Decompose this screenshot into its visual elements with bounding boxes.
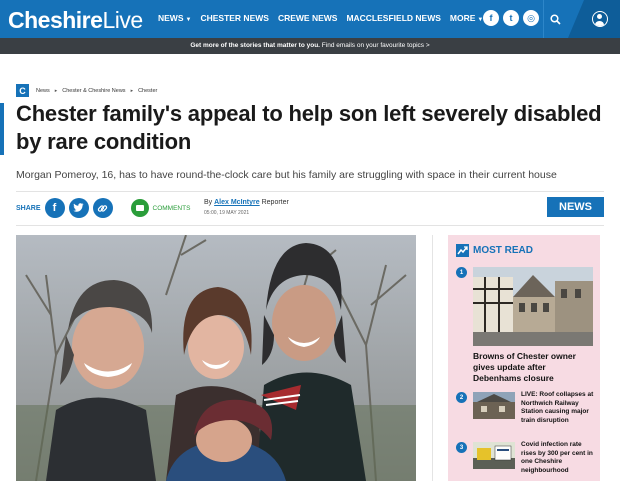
- most-read-panel: MOST READ 1 Browns of Chester owner give…: [448, 235, 600, 481]
- cheshirelive-badge-icon: C: [16, 84, 29, 97]
- search-icon: [550, 13, 561, 25]
- most-read-title: MOST READ: [473, 245, 533, 256]
- nav-item-crewe-news[interactable]: CREWE NEWS: [278, 13, 338, 23]
- facebook-icon[interactable]: f: [483, 10, 499, 26]
- chevron-right-icon: ▸: [130, 87, 134, 94]
- account-icon: [592, 11, 608, 27]
- rank-badge: 2: [456, 392, 467, 403]
- newsletter-promo-bar[interactable]: Get more of the stories that matter to y…: [0, 38, 620, 54]
- most-read-thumbnail[interactable]: [473, 442, 515, 469]
- most-read-headline-2[interactable]: LIVE: Roof collapses at Northwich Railwa…: [521, 391, 595, 425]
- sidebar-divider: [432, 235, 433, 481]
- comments-label: COMMENTS: [152, 204, 191, 212]
- family-photo-illustration: [16, 235, 416, 481]
- author-link[interactable]: Alex McIntyre: [214, 199, 260, 206]
- chevron-right-icon: ▸: [54, 87, 58, 94]
- main-nav: NEWS ▼ CHESTER NEWS CREWE NEWS MACCLESFIE…: [158, 13, 483, 23]
- share-bar: SHARE f COMMENTS: [16, 198, 190, 218]
- link-icon: [97, 204, 108, 212]
- twitter-icon: [73, 203, 84, 212]
- share-label: SHARE: [16, 204, 41, 212]
- comments-button[interactable]: COMMENTS: [130, 199, 191, 217]
- share-link-button[interactable]: [92, 198, 113, 218]
- breadcrumb-news[interactable]: News: [36, 88, 50, 94]
- street-building-thumbnail: [473, 267, 593, 346]
- site-logo[interactable]: CheshireLive: [8, 7, 143, 34]
- nav-item-macclesfield-news[interactable]: MACCLESFIELD NEWS: [346, 13, 440, 23]
- share-twitter-button[interactable]: [68, 198, 89, 218]
- chevron-down-icon: ▼: [185, 17, 192, 23]
- most-read-image[interactable]: [473, 267, 593, 346]
- covid-testing-thumbnail: [473, 442, 515, 469]
- twitter-icon[interactable]: t: [503, 10, 519, 26]
- breadcrumb-chester-cheshire-news[interactable]: Chester & Cheshire News: [62, 88, 125, 94]
- social-links: f t ◎: [483, 10, 539, 26]
- publish-date: 05:00, 19 MAY 2021: [204, 210, 250, 216]
- article-headline: Chester family's appeal to help son left…: [16, 101, 602, 154]
- section-tag[interactable]: NEWS: [547, 197, 604, 217]
- trending-icon: [456, 244, 469, 257]
- rank-badge: 3: [456, 442, 467, 453]
- most-read-headline-3[interactable]: Covid infection rate rises by 300 per ce…: [521, 441, 595, 475]
- account-button[interactable]: [568, 0, 620, 38]
- byline: By Alex McIntyre Reporter: [204, 199, 289, 206]
- breadcrumb: C News ▸ Chester & Cheshire News ▸ Chest…: [16, 84, 157, 97]
- site-header: CheshireLive NEWS ▼ CHESTER NEWS CREWE NE…: [0, 0, 620, 38]
- search-button[interactable]: [543, 0, 567, 38]
- facebook-icon: f: [52, 202, 57, 214]
- author-role: Reporter: [259, 199, 289, 206]
- rank-badge: 1: [456, 267, 467, 278]
- article-hero-image[interactable]: [16, 235, 416, 481]
- nav-item-chester-news[interactable]: CHESTER NEWS: [200, 13, 268, 23]
- article-standfirst: Morgan Pomeroy, 16, has to have round-th…: [16, 169, 557, 181]
- share-facebook-button[interactable]: f: [44, 198, 65, 218]
- divider: [16, 225, 604, 226]
- headline-accent-bar: [0, 103, 4, 155]
- nav-item-more[interactable]: MORE ▼: [450, 13, 483, 23]
- most-read-thumbnail[interactable]: [473, 392, 515, 419]
- railway-station-thumbnail: [473, 392, 515, 419]
- most-read-header: MOST READ: [456, 244, 533, 257]
- comment-icon: [130, 199, 149, 217]
- most-read-headline-1[interactable]: Browns of Chester owner gives update aft…: [473, 351, 595, 384]
- divider: [16, 191, 604, 192]
- breadcrumb-chester[interactable]: Chester: [138, 88, 157, 94]
- nav-item-news[interactable]: NEWS ▼: [158, 13, 191, 23]
- instagram-icon[interactable]: ◎: [523, 10, 539, 26]
